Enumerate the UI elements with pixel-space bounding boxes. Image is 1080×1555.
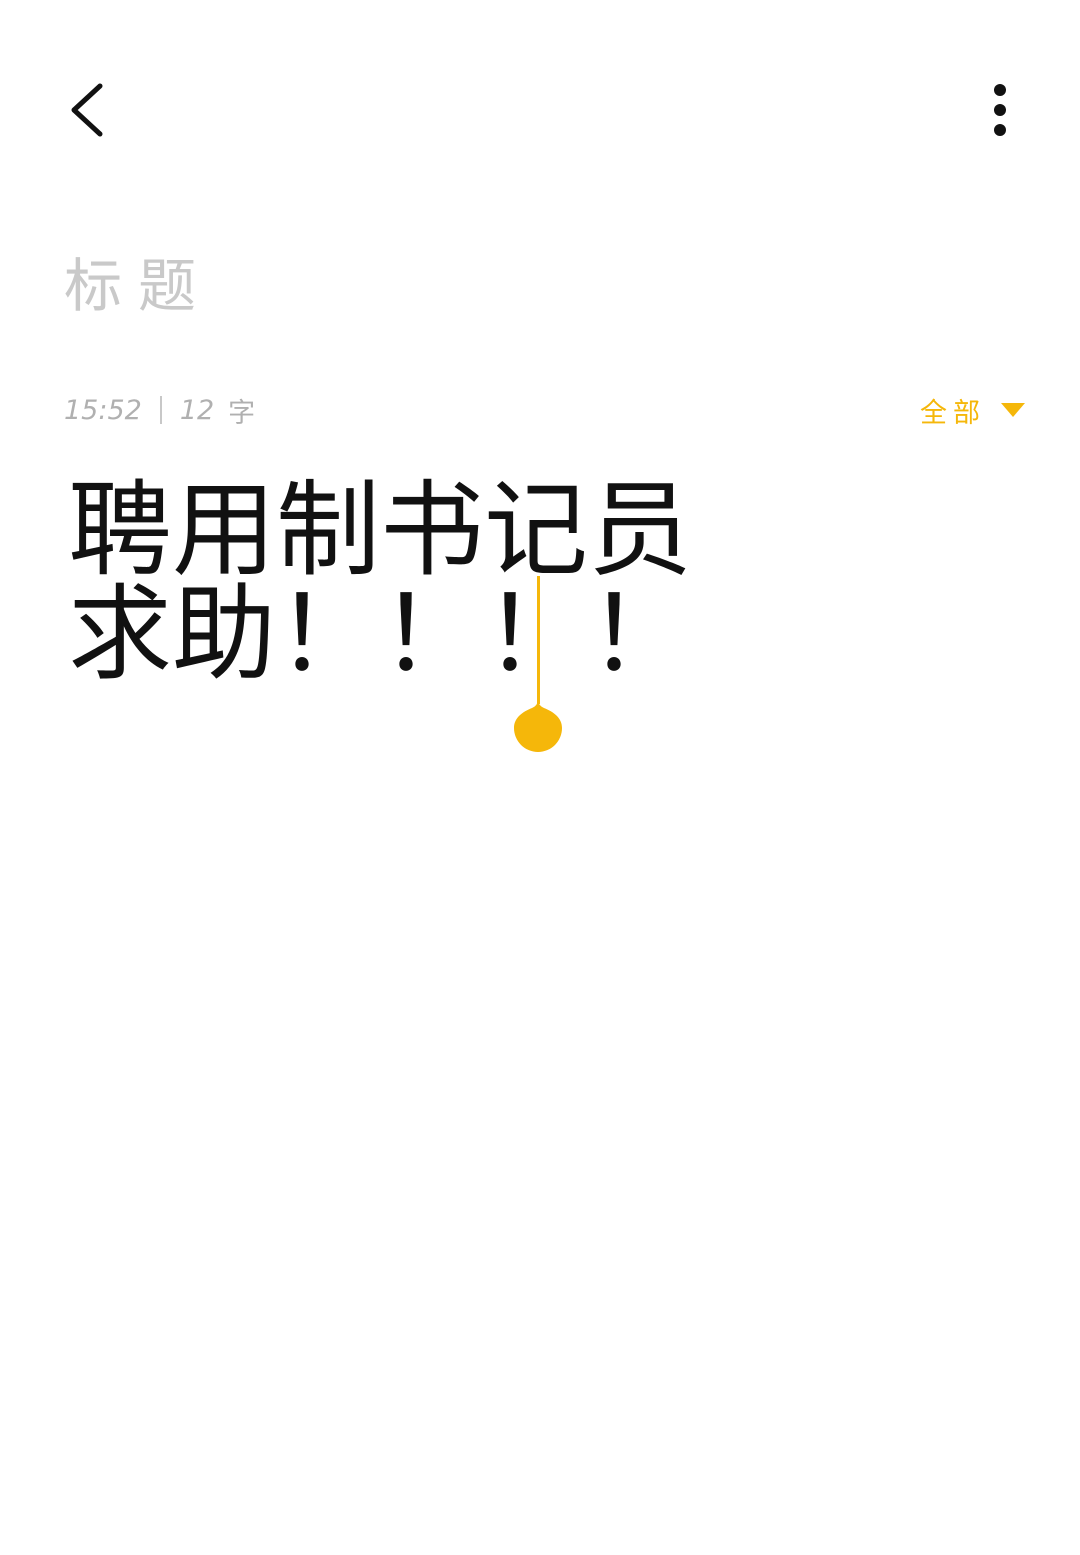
chevron-left-icon	[71, 83, 103, 137]
cursor-handle[interactable]	[512, 694, 564, 754]
meta-divider	[159, 396, 162, 424]
text-cursor	[537, 576, 540, 704]
title-input[interactable]	[64, 244, 964, 328]
folder-filter-dropdown[interactable]: 全部	[920, 388, 1026, 432]
note-body-line: 求助！！！！	[68, 573, 693, 695]
top-bar	[0, 0, 1080, 210]
more-options-button[interactable]	[970, 70, 1030, 150]
word-count: 12	[179, 394, 215, 426]
folder-filter-label: 全部	[920, 397, 986, 429]
triangle-down-icon	[1001, 403, 1025, 417]
back-button[interactable]	[56, 70, 126, 150]
note-body-editor[interactable]: 聘用制书记员 求助！！！！	[68, 478, 968, 686]
note-time: 15:52	[64, 394, 142, 426]
word-count-unit: 字	[228, 397, 256, 429]
note-meta: 15:52 12 字	[64, 388, 255, 432]
more-vertical-icon	[994, 84, 1006, 136]
note-body-line: 聘用制书记员	[68, 469, 693, 591]
